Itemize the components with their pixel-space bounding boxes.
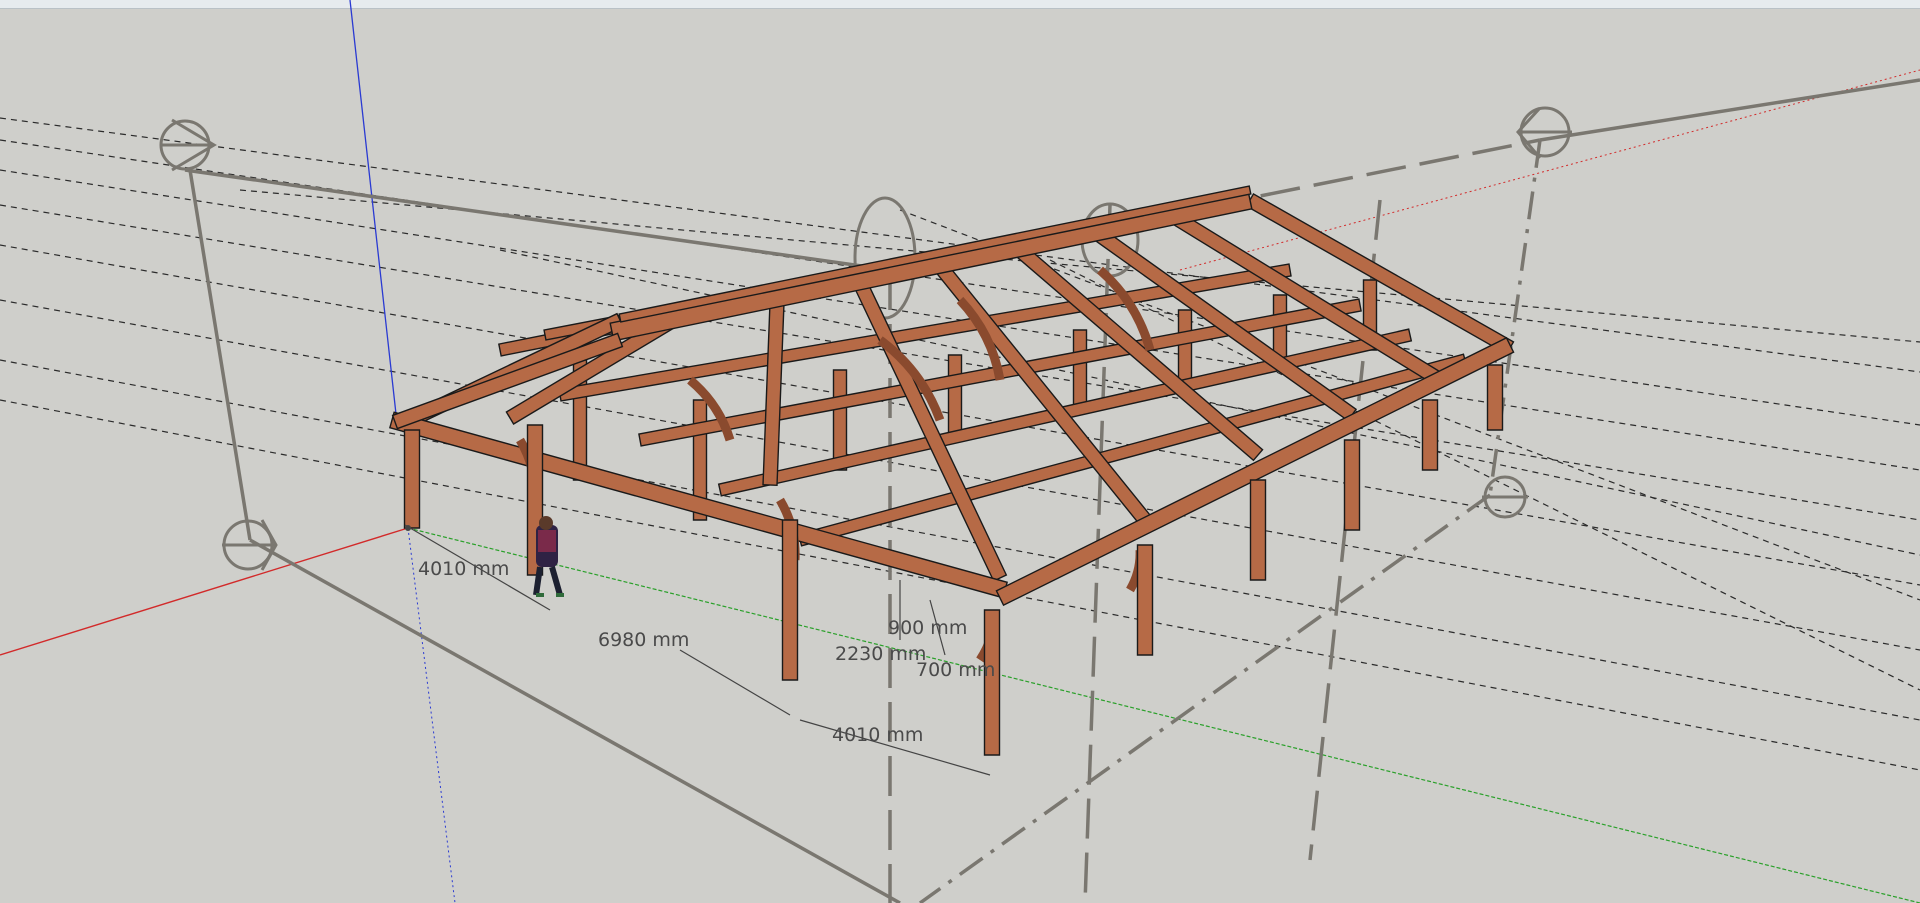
post-front[interactable]	[1486, 364, 1504, 431]
dim-4010-front: 4010 mm	[832, 724, 923, 746]
blue-axis-dotted	[407, 527, 456, 903]
scale-figure-icon[interactable]	[533, 516, 564, 597]
dim-900: 900 mm	[888, 617, 967, 639]
rafter[interactable]	[1008, 238, 1264, 462]
post-back[interactable]	[832, 369, 848, 471]
red-axis-dotted	[1179, 69, 1920, 271]
timber-frame-scene[interactable]: 4010 mm 6980 mm 4010 mm 900 mm 2230 mm 7…	[0, 0, 1920, 903]
post-back[interactable]	[947, 354, 963, 436]
post-front[interactable]	[1343, 439, 1361, 531]
red-axis	[0, 527, 409, 656]
post-front[interactable]	[1136, 544, 1154, 656]
dim-6980: 6980 mm	[598, 629, 689, 651]
dim-4010-left: 4010 mm	[418, 558, 509, 580]
dimension-labels: 4010 mm 6980 mm 4010 mm 900 mm 2230 mm 7…	[418, 558, 995, 746]
post-front[interactable]	[1249, 479, 1267, 581]
axis-origin-icon	[405, 525, 411, 531]
dim-2230: 2230 mm	[835, 643, 926, 665]
post-front[interactable]	[781, 519, 799, 681]
post-front[interactable]	[983, 609, 1001, 756]
dim-700: 700 mm	[916, 659, 995, 681]
blue-axis	[349, 0, 398, 424]
green-axis	[407, 527, 1920, 903]
rafter[interactable]	[762, 289, 786, 486]
modeling-viewport[interactable]: 4010 mm 6980 mm 4010 mm 900 mm 2230 mm 7…	[0, 0, 1920, 903]
ridge-cap[interactable]	[618, 185, 1252, 323]
post-front[interactable]	[1421, 399, 1439, 471]
post-back[interactable]	[1072, 329, 1088, 411]
post-front[interactable]	[403, 429, 421, 529]
